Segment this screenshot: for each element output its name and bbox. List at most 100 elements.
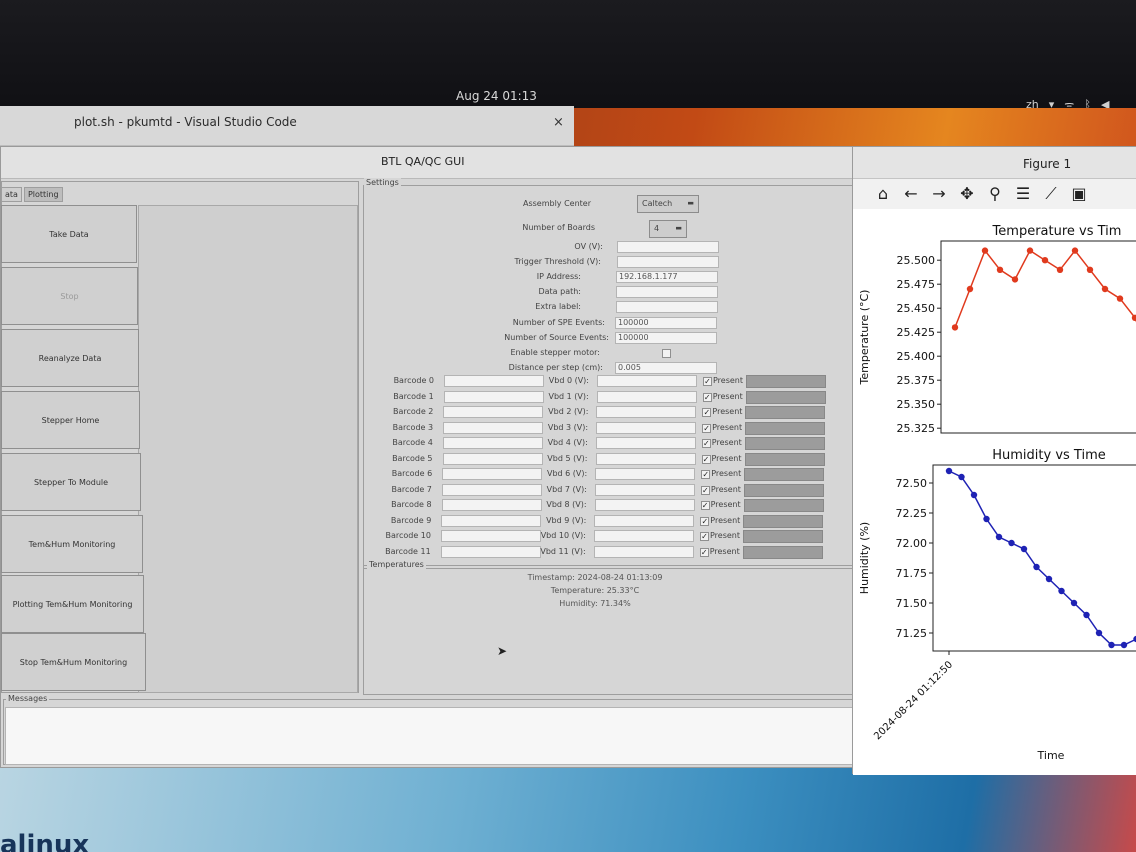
vbd-input[interactable] xyxy=(593,545,694,558)
home-icon[interactable]: ⌂ xyxy=(873,183,893,205)
barcode-input[interactable] xyxy=(441,499,542,511)
vbd-input[interactable] xyxy=(594,483,695,496)
present-checkbox[interactable]: ✓ xyxy=(700,516,710,526)
present-checkbox[interactable]: ✓ xyxy=(701,470,711,479)
present-checkbox[interactable]: ✓ xyxy=(701,439,711,448)
stepper-to-module-button[interactable]: Stepper To Module xyxy=(1,453,141,511)
figure-titlebar[interactable]: Figure 1 xyxy=(853,147,1136,179)
present-checkbox[interactable]: ✓ xyxy=(700,485,710,495)
messages-textbox[interactable] xyxy=(5,707,853,765)
present-checkbox[interactable]: ✓ xyxy=(702,392,712,402)
source-events-input[interactable]: 100000 xyxy=(615,332,717,344)
reanalyze-data-button[interactable]: Reanalyze Data xyxy=(1,329,139,387)
present-checkbox[interactable]: ✓ xyxy=(701,454,711,464)
vbd-input[interactable] xyxy=(597,375,697,387)
barcode-input[interactable] xyxy=(442,437,543,449)
data-path-input[interactable] xyxy=(616,286,718,298)
figure-canvas: Temperature vs Tim 25.325 25.350 25.375 25.4… xyxy=(853,209,1136,775)
vbd-input[interactable] xyxy=(595,468,696,480)
vbd-label: Vbd 5 (V): xyxy=(547,453,588,463)
take-data-button[interactable]: Take Data xyxy=(1,205,137,263)
gui-title: BTL QA/QC GUI xyxy=(381,155,465,168)
vbd-input[interactable] xyxy=(596,406,697,418)
distance-per-step-input[interactable]: 0.005 xyxy=(615,362,717,374)
barcode-input[interactable] xyxy=(441,514,542,527)
barcode-input[interactable] xyxy=(443,390,544,403)
tab-plotting[interactable]: Plotting xyxy=(23,187,63,202)
chart-title: Temperature vs Tim xyxy=(992,224,1122,239)
barcode-input[interactable] xyxy=(443,406,544,418)
barcode-input[interactable] xyxy=(441,530,541,542)
stepper-motor-checkbox[interactable] xyxy=(662,349,671,358)
status-indicator xyxy=(744,452,825,466)
data-point xyxy=(1045,575,1053,583)
gui-titlebar[interactable]: BTL QA/QC GUI × xyxy=(1,147,865,179)
present-checkbox[interactable]: ✓ xyxy=(700,532,709,541)
barcode-input[interactable] xyxy=(442,468,543,480)
edit-icon[interactable]: ⟋ xyxy=(1041,183,1061,205)
back-icon[interactable]: ← xyxy=(901,183,921,205)
vbd-input[interactable] xyxy=(596,421,697,434)
configure-icon[interactable]: ☰ xyxy=(1013,183,1033,205)
barcode-input[interactable] xyxy=(443,421,544,434)
extra-label-input[interactable] xyxy=(616,301,718,313)
vbd-input[interactable] xyxy=(594,514,695,527)
tem-hum-monitoring-button[interactable]: Tem&Hum Monitoring xyxy=(1,515,143,573)
dropdown-icon: ▬ xyxy=(687,199,694,207)
y-tick-label: 25.400 xyxy=(897,350,936,363)
present-label: Present xyxy=(710,500,741,509)
clock[interactable]: Aug 24 01:13 xyxy=(456,89,537,103)
y-tick-label: 25.375 xyxy=(897,374,936,387)
dropdown-icon: ▬ xyxy=(675,224,682,232)
barcode-input[interactable] xyxy=(444,375,544,387)
series-line xyxy=(948,470,1136,646)
vbd-input[interactable] xyxy=(595,437,696,449)
vbd-input[interactable] xyxy=(595,452,696,465)
data-point xyxy=(958,473,965,481)
pan-icon[interactable]: ✥ xyxy=(957,183,977,205)
present-checkbox[interactable]: ✓ xyxy=(703,377,712,386)
status-indicator xyxy=(745,421,826,435)
desktop-wallpaper-bottom xyxy=(0,765,1136,852)
barcode-label: Barcode 0 xyxy=(393,376,434,385)
present-checkbox[interactable]: ✓ xyxy=(700,501,710,510)
present-label: Present xyxy=(711,453,742,463)
figure-title: Figure 1 xyxy=(1023,157,1072,171)
present-label: Present xyxy=(712,422,743,432)
plotting-tem-hum-monitoring-button[interactable]: Plotting Tem&Hum Monitoring xyxy=(1,575,144,633)
status-indicator xyxy=(746,375,826,388)
status-indicator xyxy=(744,437,825,450)
present-label: Present xyxy=(711,438,742,447)
barcode-input[interactable] xyxy=(441,483,542,496)
ip-address-input[interactable]: 192.168.1.177 xyxy=(616,271,718,283)
ov-input[interactable] xyxy=(617,241,719,253)
data-point xyxy=(1058,587,1065,595)
num-boards-select[interactable]: 4 ▬ xyxy=(649,220,687,238)
vscode-window[interactable]: plot.sh - pkumtd - Visual Studio Code × xyxy=(0,106,574,146)
ov-label: OV (V): xyxy=(574,242,603,251)
plot-frame xyxy=(932,464,1136,652)
assembly-center-label: Assembly Center xyxy=(522,199,591,208)
vbd-input[interactable] xyxy=(594,499,695,511)
trigger-threshold-input[interactable] xyxy=(617,256,719,268)
figure-toolbar: ⌂ ← → ✥ ⚲ ☰ ⟋ ▣ xyxy=(873,183,1089,205)
tab-data[interactable]: ata xyxy=(1,187,22,202)
forward-icon[interactable]: → xyxy=(929,183,949,205)
data-point xyxy=(1041,257,1049,264)
vbd-input[interactable] xyxy=(596,390,697,403)
data-point xyxy=(1086,266,1094,273)
vbd-input[interactable] xyxy=(594,530,694,542)
assembly-center-select[interactable]: Caltech ▬ xyxy=(637,195,699,213)
save-icon[interactable]: ▣ xyxy=(1069,183,1089,205)
spe-events-input[interactable]: 100000 xyxy=(615,317,717,329)
present-checkbox[interactable]: ✓ xyxy=(702,423,712,433)
zoom-icon[interactable]: ⚲ xyxy=(985,183,1005,205)
stop-button[interactable]: Stop xyxy=(1,267,138,325)
barcode-input[interactable] xyxy=(440,545,541,558)
present-checkbox[interactable]: ✓ xyxy=(702,408,712,417)
vscode-close-button[interactable]: × xyxy=(553,115,564,130)
barcode-input[interactable] xyxy=(442,452,543,465)
present-checkbox[interactable]: ✓ xyxy=(699,547,709,557)
stepper-home-button[interactable]: Stepper Home xyxy=(1,391,140,449)
stop-tem-hum-monitoring-button[interactable]: Stop Tem&Hum Monitoring xyxy=(1,633,146,691)
